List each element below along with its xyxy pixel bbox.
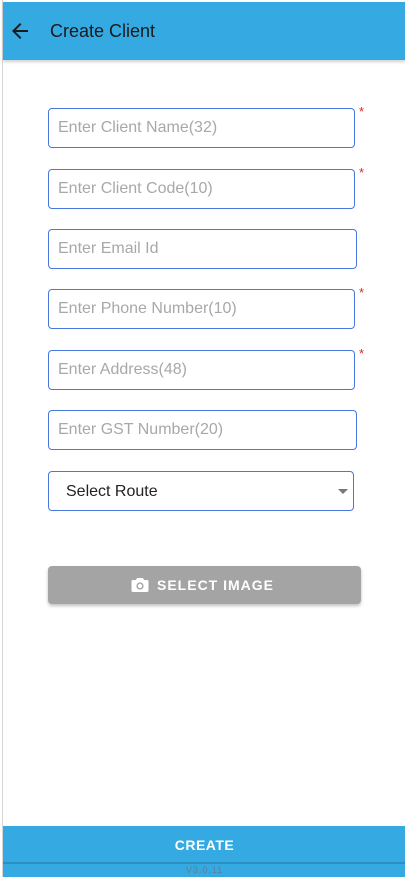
camera-icon <box>131 578 149 592</box>
gst-number-input[interactable] <box>48 410 357 450</box>
address-field-group: * <box>48 346 368 390</box>
required-marker: * <box>359 165 365 180</box>
gst-field-group <box>48 410 368 450</box>
required-marker: * <box>359 346 365 361</box>
version-label: V3.0.11 <box>185 865 224 875</box>
email-field-group <box>48 229 368 269</box>
phone-number-input[interactable] <box>48 289 355 329</box>
client-code-field-group: * <box>48 165 368 209</box>
select-image-label: SELECT IMAGE <box>157 577 275 593</box>
client-name-field-group: * <box>48 104 368 148</box>
phone-field-group: * <box>48 285 368 329</box>
route-select-value: Select Route <box>66 483 158 500</box>
version-footer: V3.0.11 <box>3 862 405 877</box>
page-title: Create Client <box>50 21 156 41</box>
email-input[interactable] <box>48 229 357 269</box>
app-screen: Create Client * * * * Select Route SELEC… <box>2 0 405 877</box>
create-button-label: CREATE <box>174 837 235 853</box>
app-bar: Create Client <box>3 2 405 60</box>
arrow-left-icon[interactable] <box>8 19 32 43</box>
client-name-input[interactable] <box>48 108 355 148</box>
create-button[interactable]: CREATE <box>3 826 405 862</box>
required-marker: * <box>359 285 365 300</box>
required-marker: * <box>359 104 365 119</box>
client-code-input[interactable] <box>48 169 355 209</box>
chevron-down-icon <box>338 489 348 494</box>
address-input[interactable] <box>48 350 355 390</box>
route-select[interactable]: Select Route <box>48 471 354 511</box>
select-image-button[interactable]: SELECT IMAGE <box>48 566 361 604</box>
